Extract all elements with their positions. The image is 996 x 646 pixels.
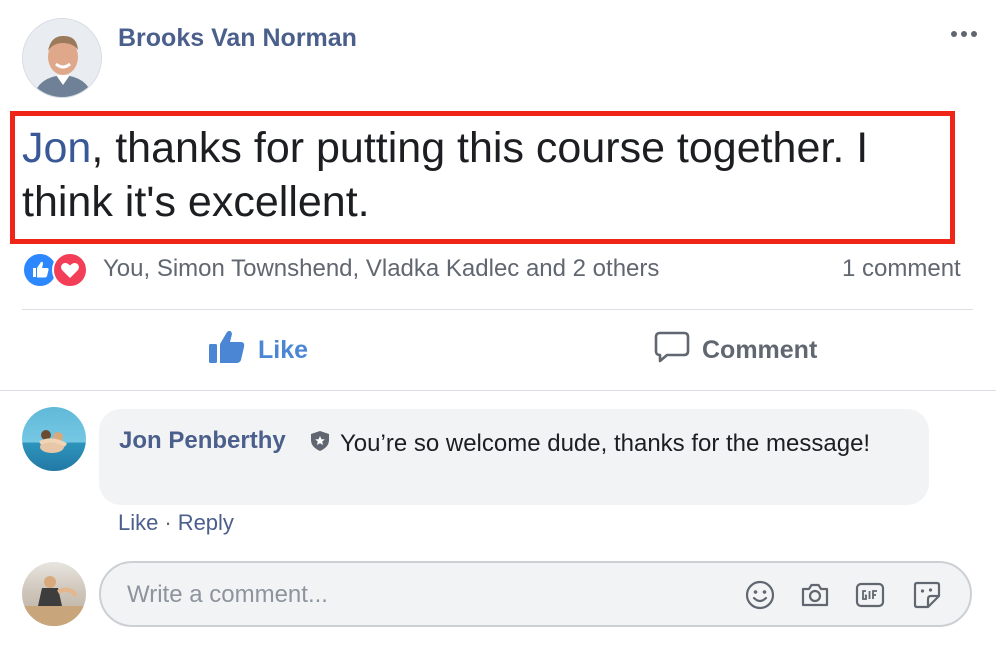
speech-bubble-icon — [654, 330, 690, 371]
sticker-icon[interactable] — [911, 579, 943, 611]
like-button[interactable]: Like — [208, 325, 308, 375]
love-icon — [52, 252, 88, 288]
comment-label: Comment — [702, 335, 818, 364]
shield-icon — [309, 430, 331, 452]
mention-link[interactable]: Jon — [22, 124, 91, 172]
commenter-name[interactable]: Jon Penberthy — [119, 427, 286, 455]
commenter-avatar[interactable] — [22, 407, 86, 471]
comment-actions: Like · Reply — [118, 510, 234, 536]
emoji-icon[interactable] — [744, 579, 776, 611]
gif-icon[interactable] — [854, 579, 886, 611]
separator: · — [164, 510, 172, 535]
like-label: Like — [258, 335, 309, 364]
comment-count[interactable]: 1 comment — [842, 255, 961, 283]
camera-icon[interactable] — [799, 579, 831, 611]
current-user-avatar[interactable] — [22, 562, 86, 626]
divider — [22, 309, 973, 310]
post-text-body: , thanks for putting this course togethe… — [22, 124, 869, 226]
thumbs-up-icon — [208, 329, 246, 372]
more-dot — [971, 31, 977, 37]
comment-composer[interactable] — [99, 561, 972, 627]
comment-button[interactable]: Comment — [654, 325, 817, 375]
comment-input[interactable] — [125, 563, 729, 627]
more-options-button[interactable] — [944, 22, 984, 46]
more-dot — [951, 31, 957, 37]
more-dot — [961, 31, 967, 37]
author-name[interactable]: Brooks Van Norman — [118, 24, 357, 53]
post-text: Jon, thanks for putting this course toge… — [22, 121, 937, 229]
reaction-names[interactable]: You, Simon Townshend, Vladka Kadlec and … — [103, 255, 659, 283]
author-avatar[interactable] — [22, 18, 102, 98]
divider — [0, 390, 996, 391]
reaction-icons[interactable] — [22, 252, 94, 288]
comment-like-link[interactable]: Like — [118, 510, 158, 536]
comment-reply-link[interactable]: Reply — [178, 510, 234, 536]
